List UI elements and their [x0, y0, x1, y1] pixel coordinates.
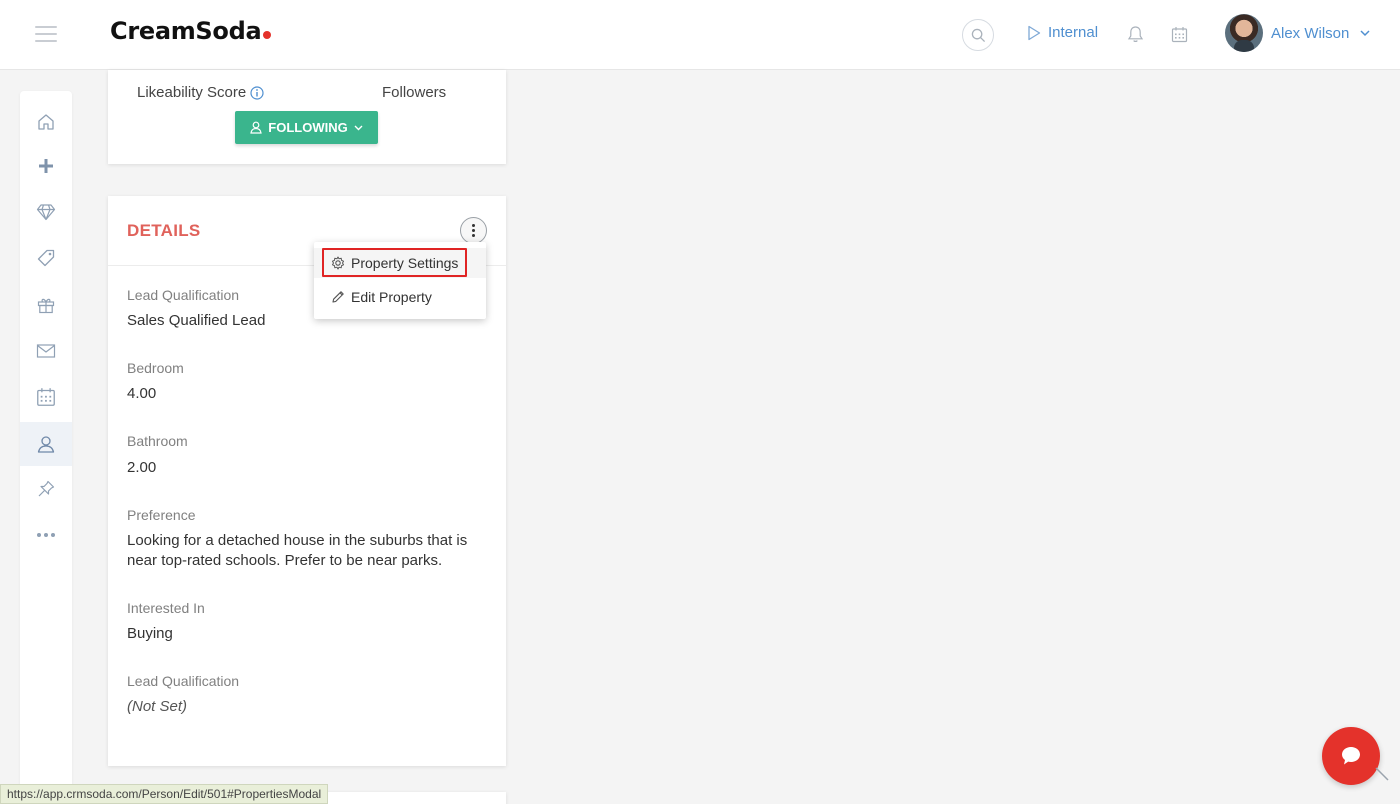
brand-logo[interactable]: CreamSoda [110, 17, 272, 45]
gear-icon [332, 256, 344, 270]
sidebar-item-deals[interactable] [20, 190, 72, 234]
field-value: (Not Set) [127, 698, 188, 715]
sidebar-item-gifts[interactable] [20, 283, 72, 327]
chevron-down-icon [354, 125, 363, 130]
property-settings-label: Property Settings [351, 255, 459, 271]
calendar-icon [37, 388, 55, 406]
search-icon [971, 28, 985, 42]
tag-icon [37, 249, 55, 267]
field-value: Looking for a detached house in the subu… [127, 532, 468, 569]
details-dropdown-menu: Property Settings Edit Property [314, 242, 486, 319]
sidebar-item-tags[interactable] [20, 236, 72, 280]
notifications-button[interactable] [1127, 25, 1144, 49]
calendar-button[interactable] [1171, 26, 1188, 48]
edit-property-menu-item[interactable]: Edit Property [314, 282, 486, 312]
play-icon [1028, 25, 1041, 40]
sidebar-item-people[interactable] [20, 422, 72, 466]
profile-summary-card: Likeability Score Followers FOLLOWING [108, 70, 506, 164]
likeability-score-label: Likeability Score [137, 84, 264, 101]
top-bar: CreamSoda Internal Alex Wilson [0, 0, 1400, 70]
sidebar-item-calendar[interactable] [20, 375, 72, 419]
field-value: Buying [127, 625, 173, 642]
chat-bubble-icon [1342, 747, 1360, 765]
field-label: Lead Qualification [127, 673, 240, 689]
hamburger-icon[interactable] [35, 26, 57, 42]
search-button[interactable] [962, 19, 994, 51]
home-icon [38, 114, 54, 130]
likeability-score-text: Likeability Score [137, 84, 247, 101]
edit-property-label: Edit Property [351, 289, 432, 305]
sidebar-item-mail[interactable] [20, 329, 72, 373]
sidebar-item-pins[interactable] [20, 467, 72, 511]
following-label: FOLLOWING [268, 120, 348, 135]
sidebar-item-add[interactable] [20, 144, 72, 188]
field-label: Interested In [127, 600, 205, 616]
field-label: Lead Qualification [127, 287, 240, 303]
resize-handle-icon [1375, 767, 1389, 781]
details-title: DETAILS [127, 221, 201, 240]
chevron-down-icon [1360, 30, 1370, 37]
avatar [1225, 14, 1263, 52]
sidebar [20, 91, 72, 804]
brand-dot [263, 31, 272, 39]
mail-icon [36, 344, 56, 358]
internal-button[interactable]: Internal [1027, 24, 1098, 41]
pin-icon [38, 480, 55, 497]
pencil-icon [332, 291, 344, 303]
field-label: Bedroom [127, 360, 184, 376]
field-label: Bathroom [127, 433, 188, 449]
person-icon [37, 436, 55, 453]
more-icon [37, 533, 55, 537]
internal-label: Internal [1048, 24, 1099, 41]
followers-label: Followers [382, 84, 447, 101]
property-settings-menu-item[interactable]: Property Settings [314, 248, 486, 278]
details-menu-button[interactable] [460, 217, 487, 244]
following-button[interactable]: FOLLOWING [235, 111, 378, 144]
field-value: 4.00 [127, 385, 157, 402]
diamond-icon [36, 204, 56, 221]
status-bar-url: https://app.crmsoda.com/Person/Edit/501#… [0, 784, 329, 804]
info-icon[interactable] [250, 85, 264, 100]
bell-icon [1127, 26, 1144, 42]
plus-icon [39, 159, 53, 173]
sidebar-item-home[interactable] [20, 100, 72, 144]
field-label: Preference [127, 507, 196, 523]
user-name: Alex Wilson [1271, 24, 1350, 42]
sidebar-item-more[interactable] [20, 513, 72, 557]
chat-button[interactable] [1322, 727, 1380, 785]
person-icon [250, 121, 262, 134]
user-menu[interactable]: Alex Wilson [1225, 14, 1371, 52]
brand-name: CreamSoda [110, 17, 262, 45]
gift-icon [37, 298, 55, 314]
calendar-icon [1171, 27, 1188, 43]
field-value: 2.00 [127, 459, 157, 476]
